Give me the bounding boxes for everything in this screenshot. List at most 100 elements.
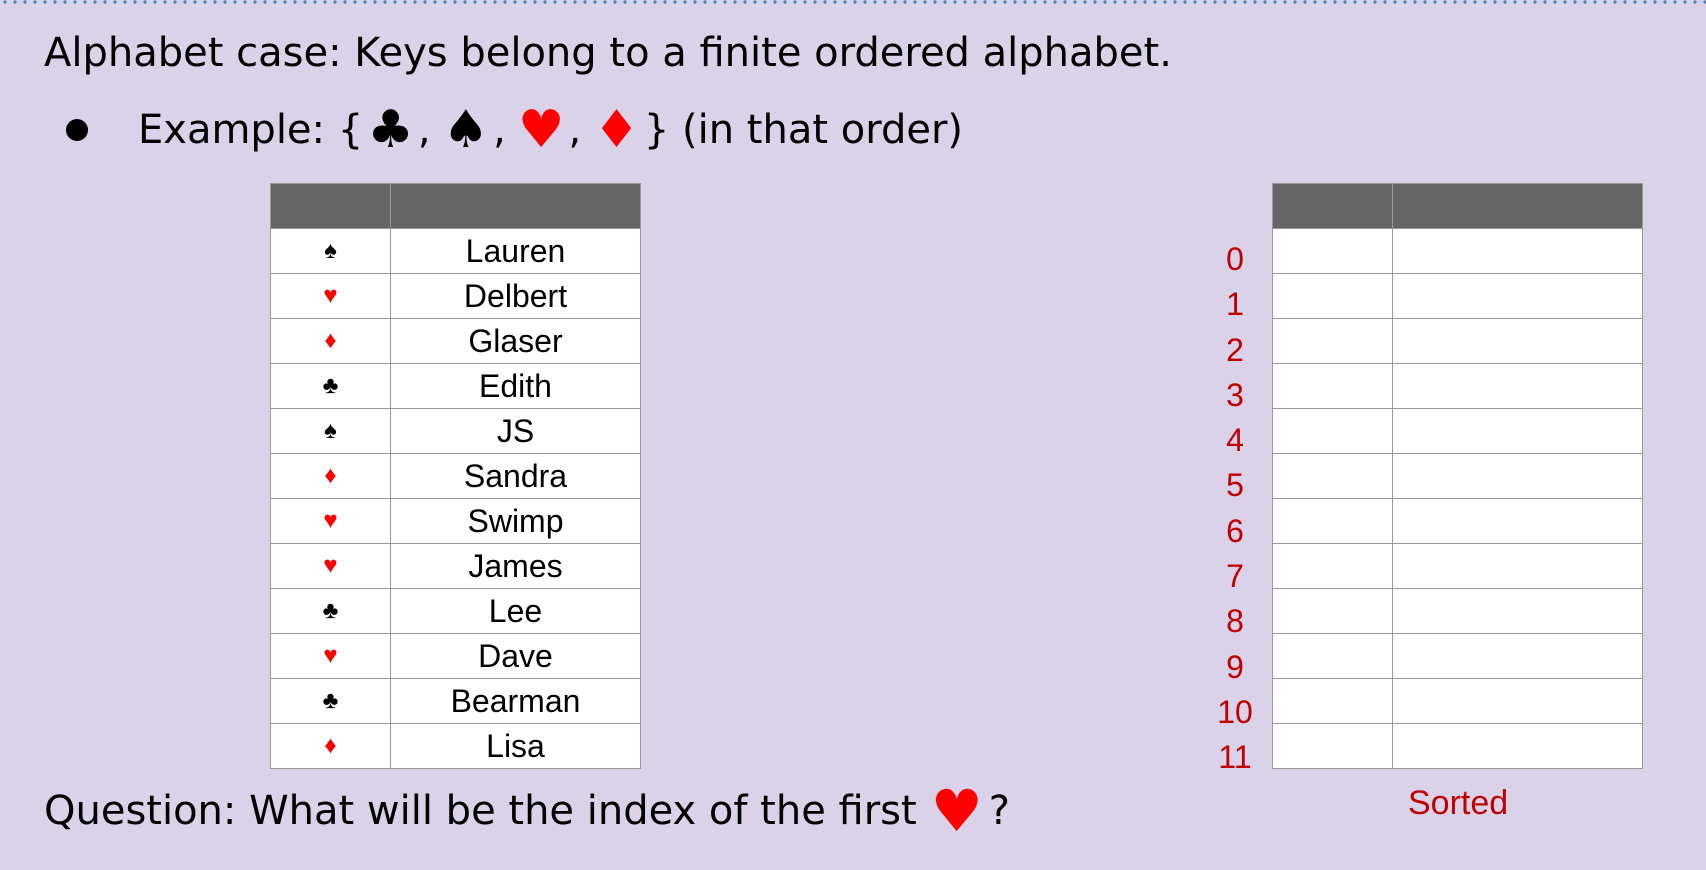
suit-icon: ♠ [270,228,391,274]
table-row: ♣ Edith [270,363,641,409]
empty-value-cell [1392,633,1643,679]
table-row: ♦ Glaser [270,318,641,364]
sorted-table-header [1272,183,1643,229]
index-label: 9 [1226,648,1244,685]
suit-icon: ♣ [270,363,391,409]
table-row: ♥ James [270,543,641,589]
empty-key-cell [1272,453,1393,499]
suit-icon: ♣ [270,678,391,724]
table-row [1272,543,1643,589]
table-row: ♠ JS [270,408,641,454]
header-cell-key [1272,183,1393,229]
example-comma: , [568,107,582,153]
empty-key-cell [1272,318,1393,364]
example-comma: , [493,107,506,153]
table-row [1272,498,1643,544]
index-label: 5 [1226,467,1244,504]
suit-icon: ♥ [270,273,391,319]
empty-key-cell [1272,363,1393,409]
index-label: 2 [1226,331,1244,368]
table-row [1272,588,1643,634]
table-row [1272,408,1643,454]
name-cell: James [390,543,641,589]
suit-icon: ♦ [270,318,391,364]
empty-key-cell [1272,543,1393,589]
name-cell: Delbert [390,273,641,319]
index-column: 0 1 2 3 4 5 6 7 8 9 10 11 [1210,237,1260,781]
header-cell-key [270,183,391,229]
example-line: Example: { ♣ , ♠ , ♥ , ♦ } (in that orde… [66,104,963,156]
table-row: ♠ Lauren [270,228,641,274]
dotted-top-rule [0,0,1706,4]
question-prefix: Question: What will be the index of the … [44,788,917,834]
table-row [1272,228,1643,274]
empty-value-cell [1392,543,1643,589]
index-label: 1 [1226,286,1244,323]
empty-key-cell [1272,228,1393,274]
index-label: 7 [1226,558,1244,595]
table-row [1272,273,1643,319]
question-suffix: ? [988,788,1010,834]
suit-icon: ♥ [270,543,391,589]
index-label: 10 [1217,693,1253,730]
table-row: ♥ Dave [270,633,641,679]
name-cell: Bearman [390,678,641,724]
suit-icon: ♥ [270,633,391,679]
suit-icon: ♥ [270,498,391,544]
name-cell: Sandra [390,453,641,499]
table-row: ♣ Bearman [270,678,641,724]
table-row [1272,678,1643,724]
empty-key-cell [1272,723,1393,769]
question: Question: What will be the index of the … [44,782,1010,840]
name-cell: Edith [390,363,641,409]
index-label: 0 [1226,241,1244,277]
sorted-label: Sorted [1408,784,1509,822]
empty-key-cell [1272,408,1393,454]
empty-value-cell [1392,363,1643,409]
index-label: 6 [1226,512,1244,549]
empty-value-cell [1392,498,1643,544]
heading: Alphabet case: Keys belong to a finite o… [44,30,1172,76]
name-cell: Dave [390,633,641,679]
sorted-table [1272,183,1643,769]
empty-value-cell [1392,408,1643,454]
name-cell: Glaser [390,318,641,364]
name-cell: JS [390,408,641,454]
bullet-icon [66,119,88,141]
index-label: 11 [1218,739,1252,776]
example-suffix: } (in that order) [643,107,964,153]
empty-value-cell [1392,678,1643,724]
spades-icon: ♠ [442,100,490,160]
table-row [1272,363,1643,409]
example-comma: , [417,107,431,153]
name-cell: Lisa [390,723,641,769]
suit-icon: ♦ [270,723,391,769]
empty-value-cell [1392,453,1643,499]
suit-icon: ♦ [270,453,391,499]
name-cell: Lee [390,588,641,634]
table-row [1272,453,1643,499]
index-label: 4 [1226,422,1244,459]
empty-key-cell [1272,588,1393,634]
name-cell: Lauren [390,228,641,274]
table-row: ♥ Delbert [270,273,641,319]
input-table-header [270,183,641,229]
table-row: ♦ Lisa [270,723,641,769]
empty-value-cell [1392,228,1643,274]
table-row: ♥ Swimp [270,498,641,544]
table-row [1272,723,1643,769]
hearts-icon: ♥ [517,100,565,160]
table-row [1272,318,1643,364]
table-row: ♦ Sandra [270,453,641,499]
input-table: ♠ Lauren ♥ Delbert ♦ Glaser ♣ Edith ♠ JS ♦ Sandra ♥ S… [270,183,641,769]
empty-key-cell [1272,633,1393,679]
empty-key-cell [1272,678,1393,724]
index-label: 3 [1226,376,1244,413]
index-label: 8 [1226,603,1244,640]
suit-icon: ♠ [270,408,391,454]
header-cell-value [1392,183,1643,229]
diamonds-icon: ♦ [593,100,640,160]
header-cell-value [390,183,641,229]
hearts-icon: ♥ [930,777,983,845]
empty-value-cell [1392,318,1643,364]
